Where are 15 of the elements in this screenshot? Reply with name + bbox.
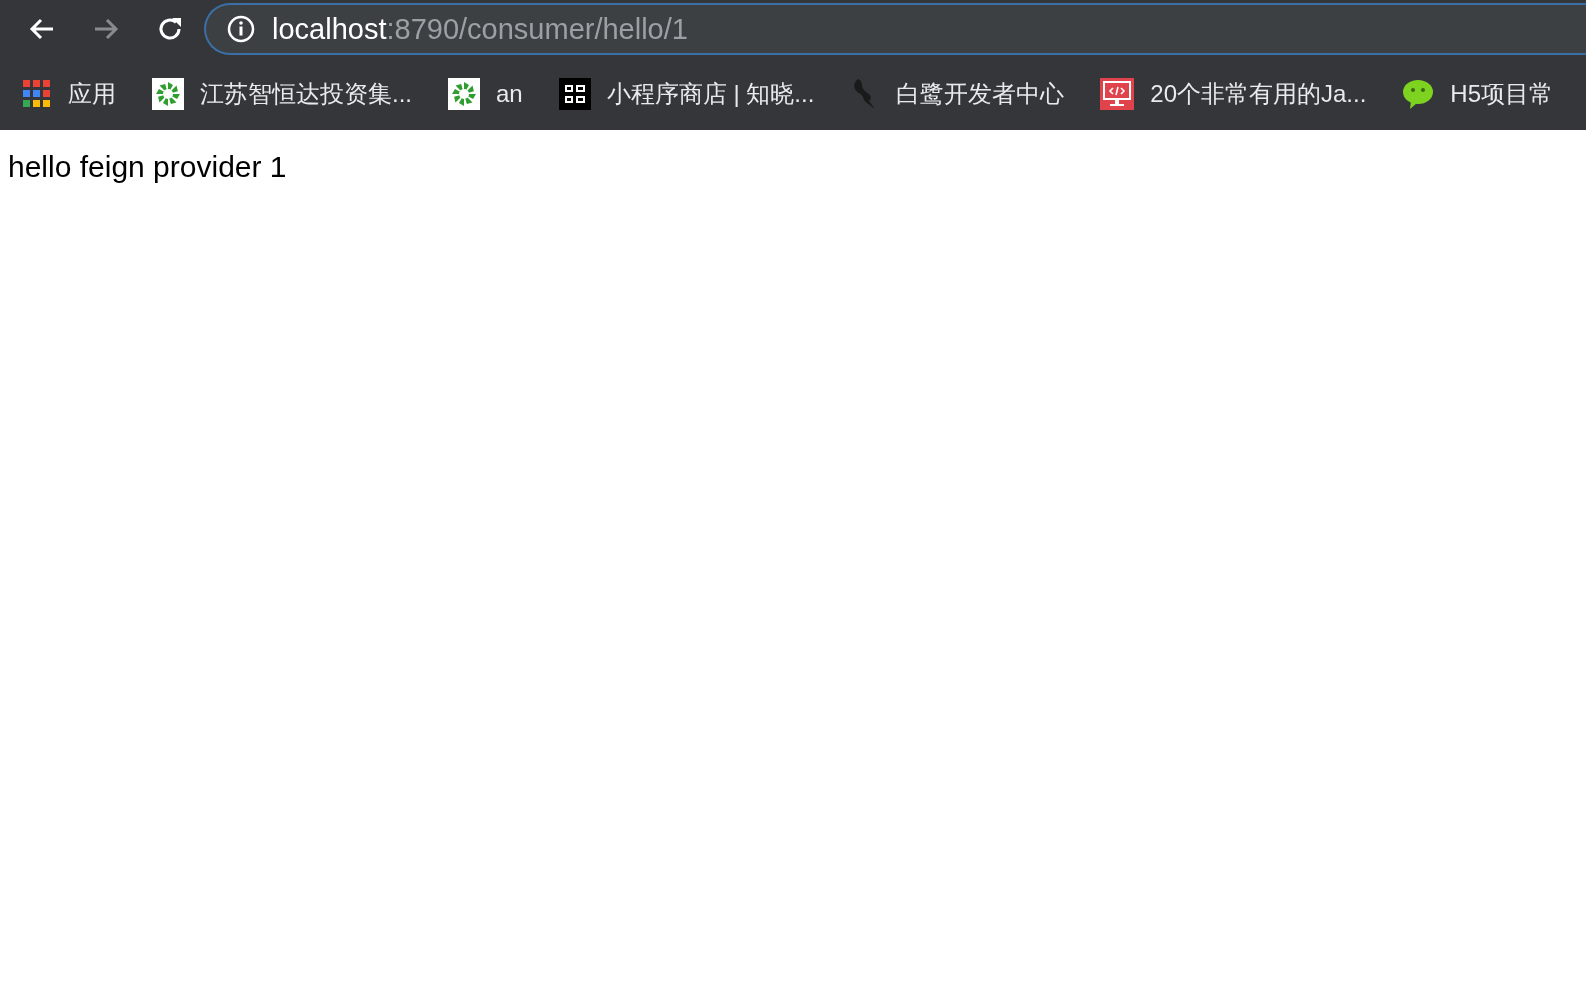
chat-bubble-icon [1402, 78, 1435, 110]
bookmark[interactable]: 小程序商店 | 知晓... [558, 78, 815, 110]
bookmark[interactable]: 白鹭开发者中心 [850, 77, 1065, 111]
url-text: localhost:8790/consumer/hello/1 [272, 12, 688, 46]
info-icon[interactable] [226, 14, 256, 44]
bookmark[interactable]: an [448, 78, 523, 110]
address-bar[interactable]: localhost:8790/consumer/hello/1 [204, 3, 1586, 55]
page-text: hello feign provider 1 [8, 150, 288, 184]
qr-icon [558, 78, 591, 110]
apps-grid-icon [22, 79, 52, 109]
bookmark[interactable]: 应用 [22, 78, 116, 110]
bookmark[interactable]: H5项目常 [1402, 78, 1554, 110]
monitor-icon [1100, 78, 1135, 110]
bookmark[interactable]: 20个非常有用的Ja... [1100, 78, 1367, 110]
bookmark[interactable]: 江苏智恒达投资集... [152, 78, 412, 110]
